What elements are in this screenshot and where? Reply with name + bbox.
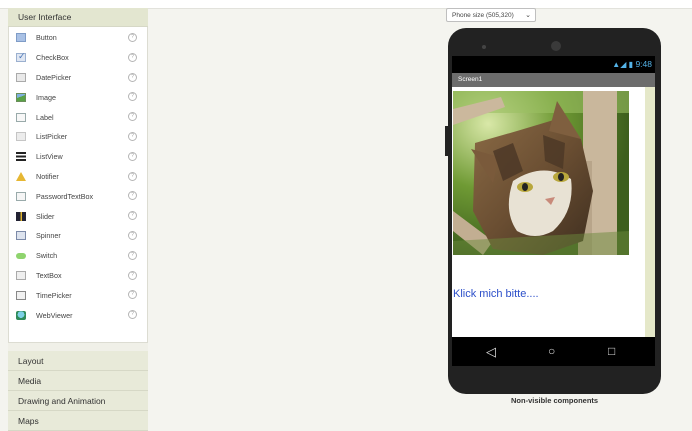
help-icon[interactable]: ? xyxy=(128,92,137,102)
palette-item-passwordtextbox[interactable]: PasswordTextBox? xyxy=(9,186,147,206)
palette-item-label: CheckBox xyxy=(36,53,69,63)
home-icon[interactable]: ○ xyxy=(548,344,555,358)
help-icon[interactable]: ? xyxy=(128,310,137,320)
palette-item-timepicker[interactable]: TimePicker? xyxy=(9,285,147,305)
switch-icon xyxy=(16,252,26,259)
help-icon[interactable]: ? xyxy=(128,230,137,240)
palette-item-label: Label xyxy=(36,112,54,122)
palette-item-label: Spinner xyxy=(36,231,61,241)
listview-icon xyxy=(16,152,26,162)
help-icon[interactable]: ? xyxy=(128,290,137,300)
help-icon[interactable]: ? xyxy=(128,211,137,221)
checkbox-icon xyxy=(16,51,26,63)
label-icon xyxy=(16,112,26,122)
palette-item-listpicker[interactable]: ListPicker? xyxy=(9,127,147,147)
palette-item-label: WebViewer xyxy=(36,310,73,320)
palette-item-label: PasswordTextBox xyxy=(36,191,94,201)
recents-icon[interactable]: □ xyxy=(608,344,615,358)
palette-item-label: DatePicker xyxy=(36,72,72,82)
textbox-icon xyxy=(16,270,26,280)
back-icon[interactable]: ◁ xyxy=(486,344,496,360)
help-icon[interactable]: ? xyxy=(128,52,137,62)
spinner-icon xyxy=(16,231,26,241)
help-icon[interactable]: ? xyxy=(128,112,137,122)
chevron-down-icon: ⌄ xyxy=(525,12,531,19)
notifier-icon xyxy=(16,171,26,181)
palette-item-label: TextBox xyxy=(36,270,62,280)
category-user-interface[interactable]: User Interface xyxy=(8,8,148,27)
help-icon[interactable]: ? xyxy=(128,171,137,181)
collapsed-categories: Layout Media Drawing and Animation Maps xyxy=(8,351,148,431)
category-maps[interactable]: Maps xyxy=(8,411,148,431)
phone-side-button xyxy=(445,126,448,156)
palette-item-notifier[interactable]: Notifier? xyxy=(9,167,147,187)
help-icon[interactable]: ? xyxy=(128,270,137,280)
palette-item-label: TimePicker xyxy=(36,290,72,300)
palette-item-label: Switch xyxy=(36,251,58,261)
wifi-signal-battery-icon: ▲◢ ▮ xyxy=(612,60,633,69)
palette-panel: User Interface Button? CheckBox? DatePic… xyxy=(8,8,148,431)
palette-item-label: Button xyxy=(36,33,57,43)
help-icon[interactable]: ? xyxy=(128,250,137,260)
category-drawing-and-animation[interactable]: Drawing and Animation xyxy=(8,391,148,411)
palette-item-checkbox[interactable]: CheckBox? xyxy=(9,48,147,68)
help-icon[interactable]: ? xyxy=(128,72,137,82)
passwordtextbox-icon xyxy=(16,191,26,201)
help-icon[interactable]: ? xyxy=(128,191,137,201)
help-icon[interactable]: ? xyxy=(128,131,137,141)
non-visible-components-title: Non-visible components xyxy=(511,396,599,405)
screen-title-bar[interactable]: Screen1 xyxy=(452,73,655,87)
cat-image-component[interactable] xyxy=(453,91,629,255)
screen-title: Screen1 xyxy=(458,76,483,83)
timepicker-icon xyxy=(16,290,26,300)
phone-screen[interactable]: ▲◢ ▮ 9:48 Screen1 Klick mich bitte.... ◁… xyxy=(452,56,655,366)
webviewer-icon xyxy=(16,310,26,320)
palette-item-spinner[interactable]: Spinner? xyxy=(9,226,147,246)
phone-camera xyxy=(551,41,561,51)
palette-item-slider[interactable]: Slider? xyxy=(9,206,147,226)
palette-item-listview[interactable]: ListView? xyxy=(9,147,147,167)
palette-item-textbox[interactable]: TextBox? xyxy=(9,266,147,286)
image-icon xyxy=(16,92,26,102)
palette-item-webviewer[interactable]: WebViewer? xyxy=(9,305,147,325)
palette-item-datepicker[interactable]: DatePicker? xyxy=(9,68,147,88)
palette-item-button[interactable]: Button? xyxy=(9,28,147,48)
nav-bar: ◁ ○ □ xyxy=(452,337,655,366)
palette-item-label[interactable]: Label? xyxy=(9,107,147,127)
status-bar: ▲◢ ▮ 9:48 xyxy=(452,56,655,73)
palette-item-image[interactable]: Image? xyxy=(9,87,147,107)
palette-item-label: ListView xyxy=(36,152,63,162)
palette-items: Button? CheckBox? DatePicker? Image? Lab… xyxy=(8,27,148,343)
phone-sensor xyxy=(482,45,486,49)
palette-item-switch[interactable]: Switch? xyxy=(9,246,147,266)
listpicker-icon xyxy=(16,132,26,142)
palette-item-label: ListPicker xyxy=(36,132,68,142)
phone-preview: ▲◢ ▮ 9:48 Screen1 Klick mich bitte.... ◁… xyxy=(445,28,661,394)
phone-size-select[interactable]: Phone size (505,320) ⌄ xyxy=(446,8,536,22)
category-layout[interactable]: Layout xyxy=(8,351,148,371)
cat-photo xyxy=(453,91,629,255)
button-icon xyxy=(16,33,26,43)
click-label[interactable]: Klick mich bitte.... xyxy=(453,288,539,300)
help-icon[interactable]: ? xyxy=(128,151,137,161)
palette-item-label: Image xyxy=(36,92,56,102)
category-media[interactable]: Media xyxy=(8,371,148,391)
slider-icon xyxy=(16,211,26,221)
phone-size-value: Phone size (505,320) xyxy=(452,12,514,19)
status-time: 9:48 xyxy=(635,59,652,69)
palette-item-label: Notifier xyxy=(36,171,59,181)
datepicker-icon xyxy=(16,72,26,82)
help-icon[interactable]: ? xyxy=(128,33,137,42)
palette-item-label: Slider xyxy=(36,211,55,221)
